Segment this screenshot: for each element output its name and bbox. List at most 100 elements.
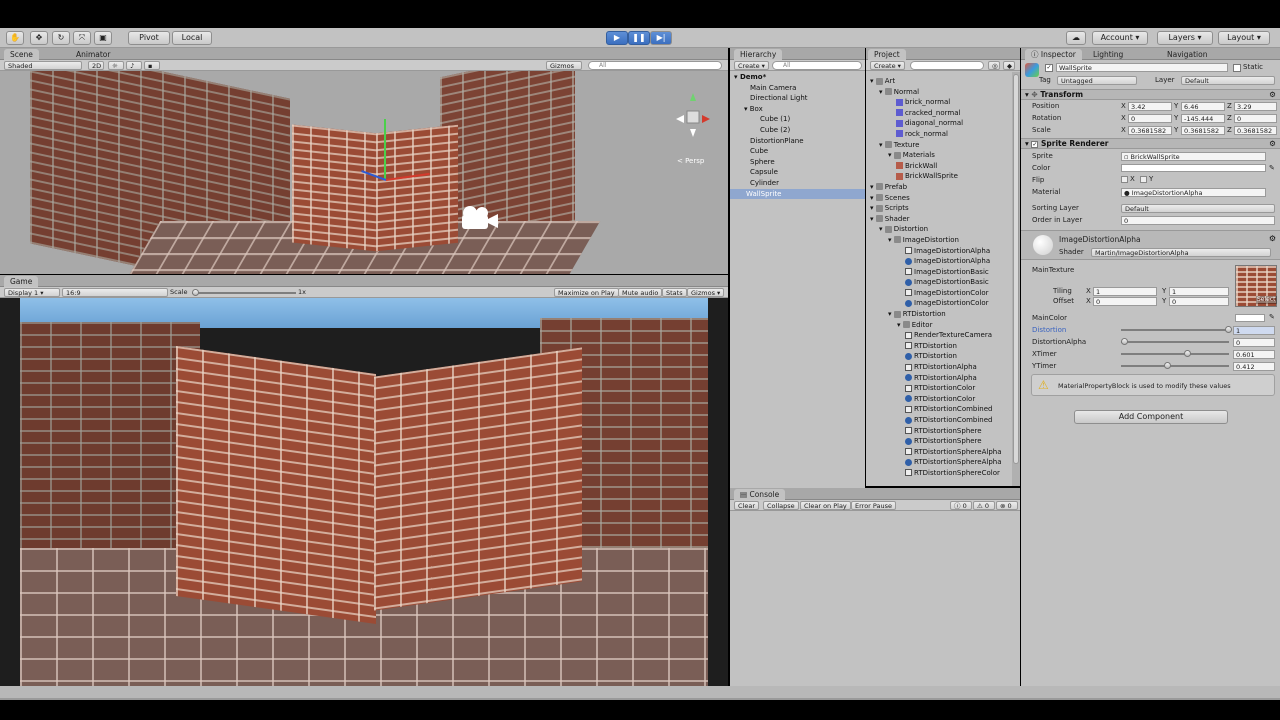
layers-dropdown[interactable]: Layers ▾	[1157, 31, 1213, 45]
sprite-field[interactable]: ▫ BrickWallSprite	[1121, 152, 1266, 161]
expand-arrow-icon[interactable]: ▾	[870, 77, 876, 85]
hierarchy-scene-root[interactable]: ▾ Demo*	[734, 72, 865, 83]
camera-icon[interactable]	[456, 203, 500, 233]
list-item[interactable]: diagonal_normal	[870, 118, 1016, 129]
expand-arrow-icon[interactable]: ▾	[879, 141, 885, 149]
list-item[interactable]: ImageDistortionBasic	[870, 267, 1016, 278]
list-item[interactable]: ▾ ImageDistortion	[870, 235, 1016, 246]
display-dropdown[interactable]: Display 1 ▾	[4, 288, 60, 297]
gear-icon[interactable]: ⚙	[1269, 139, 1276, 149]
active-checkbox[interactable]: ✓	[1045, 64, 1053, 72]
flip-y-checkbox[interactable]	[1140, 176, 1147, 183]
expand-arrow-icon[interactable]: ▾	[870, 215, 876, 223]
list-item[interactable]: Cube (2)	[734, 125, 865, 136]
list-item[interactable]: rock_normal	[870, 129, 1016, 140]
offset-x-field[interactable]: 0	[1093, 297, 1157, 306]
tiling-x-field[interactable]: 1	[1093, 287, 1157, 296]
move-tool-button[interactable]: ✥	[30, 31, 48, 45]
scene-gizmos-dropdown[interactable]: Gizmos ▾	[546, 61, 582, 79]
material-field[interactable]: ● ImageDistortionAlpha	[1121, 188, 1266, 197]
gear-icon[interactable]: ⚙	[1269, 90, 1276, 100]
distortion-alpha-slider-knob[interactable]	[1121, 338, 1128, 345]
transform-header[interactable]: ▾ ✥ Transform ⚙	[1021, 89, 1280, 100]
scale-x-field[interactable]: 0.3681582	[1128, 126, 1172, 135]
sprite-renderer-enabled-checkbox[interactable]: ✓	[1031, 141, 1039, 148]
sorting-layer-dropdown[interactable]: Default	[1121, 204, 1275, 213]
list-item[interactable]: ▾ Prefab	[870, 182, 1016, 193]
eyedropper-icon[interactable]: ✎	[1269, 163, 1275, 173]
list-item[interactable]: DistortionPlane	[734, 136, 865, 147]
aspect-dropdown[interactable]: 16:9	[62, 288, 168, 297]
tag-dropdown[interactable]: Untagged	[1057, 76, 1137, 85]
pause-button[interactable]: ❚❚	[628, 31, 650, 45]
tab-scene[interactable]: Scene	[4, 49, 39, 60]
scale-slider-knob[interactable]	[192, 289, 199, 296]
list-item-selected[interactable]: WallSprite	[730, 188, 865, 200]
list-item[interactable]: Capsule	[734, 167, 865, 178]
stats-toggle[interactable]: Stats	[662, 288, 687, 297]
xtimer-slider-knob[interactable]	[1183, 350, 1191, 357]
list-item[interactable]: ▾ Normal	[870, 87, 1016, 98]
tab-game[interactable]: Game	[4, 276, 39, 287]
expand-arrow-icon[interactable]: ▾	[897, 321, 903, 329]
ytimer-field[interactable]: 0.412	[1233, 362, 1275, 371]
game-gizmos-dropdown[interactable]: Gizmos ▾	[687, 288, 725, 297]
list-item[interactable]: RTDistortion	[870, 351, 1016, 362]
hierarchy-search-input[interactable]: All	[772, 61, 862, 70]
scale-slider-track[interactable]	[192, 292, 296, 294]
list-item[interactable]: RenderTextureCamera	[870, 330, 1016, 341]
main-color-swatch[interactable]	[1235, 314, 1265, 322]
list-item[interactable]: ImageDistortionAlpha	[870, 246, 1016, 257]
list-item[interactable]: ▾ Editor	[870, 320, 1016, 331]
scene-orientation-gizmo[interactable]	[668, 91, 724, 141]
tab-project[interactable]: Project	[868, 49, 906, 60]
lighting-toggle[interactable]: ☼	[108, 61, 124, 70]
flip-x-checkbox[interactable]	[1121, 176, 1128, 183]
list-item[interactable]: ▾ Scenes	[870, 193, 1016, 204]
list-item[interactable]: ▾ Box	[734, 104, 865, 115]
sprite-renderer-header[interactable]: ▾ ✓ Sprite Renderer ⚙	[1021, 138, 1280, 149]
list-item[interactable]: brick_normal	[870, 97, 1016, 108]
layer-dropdown[interactable]: Default	[1181, 76, 1275, 85]
list-item[interactable]: ▾ Materials	[870, 150, 1016, 161]
list-item[interactable]: RTDistortionCombined	[870, 404, 1016, 415]
shader-dropdown[interactable]: Martin/ImageDistortionAlpha	[1091, 248, 1271, 257]
local-toggle[interactable]: Local	[172, 31, 212, 45]
scale-tool-button[interactable]: ⤧	[73, 31, 91, 45]
audio-toggle[interactable]: ♪	[126, 61, 142, 70]
expand-arrow-icon[interactable]: ▾	[870, 183, 876, 191]
shading-mode-dropdown[interactable]: Shaded	[4, 61, 82, 70]
distortion-alpha-field[interactable]: 0	[1233, 338, 1275, 347]
tab-animator[interactable]: Animator	[70, 49, 116, 60]
list-item[interactable]: RTDistortionSphere	[870, 436, 1016, 447]
texture-select-button[interactable]: Select	[1256, 296, 1277, 304]
position-z-field[interactable]: 3.29	[1234, 102, 1277, 111]
list-item[interactable]: RTDistortion	[870, 341, 1016, 352]
list-item[interactable]: RTDistortionSphereAlpha	[870, 457, 1016, 468]
expand-arrow-icon[interactable]: ▾	[879, 225, 885, 233]
tab-console[interactable]: ▤ Console	[734, 489, 786, 500]
distortion-slider-knob[interactable]	[1225, 326, 1232, 333]
offset-y-field[interactable]: 0	[1169, 297, 1229, 306]
list-item[interactable]: ImageDistortionColor	[870, 288, 1016, 299]
add-component-button[interactable]: Add Component	[1074, 410, 1228, 424]
mode-2d-toggle[interactable]: 2D	[88, 61, 104, 70]
step-button[interactable]: ▶|	[650, 31, 672, 45]
expand-arrow-icon[interactable]: ▾	[870, 204, 876, 212]
list-item[interactable]: ImageDistortionColor	[870, 298, 1016, 309]
scene-viewport[interactable]: < Persp	[0, 71, 728, 274]
pivot-toggle[interactable]: Pivot	[128, 31, 170, 45]
distortion-field[interactable]: 1	[1233, 326, 1275, 335]
console-collapse-toggle[interactable]: Collapse	[763, 501, 799, 510]
list-item[interactable]: RTDistortionAlpha	[870, 373, 1016, 384]
distortion-slider-track[interactable]	[1121, 329, 1229, 331]
project-scrollbar-thumb[interactable]	[1013, 74, 1019, 464]
layout-dropdown[interactable]: Layout ▾	[1218, 31, 1270, 45]
effects-toggle[interactable]: ▪	[144, 61, 160, 70]
project-scrollbar[interactable]	[1012, 72, 1020, 486]
list-item[interactable]: ▾ Distortion	[870, 224, 1016, 235]
list-item[interactable]: cracked_normal	[870, 108, 1016, 119]
play-button[interactable]: ▶	[606, 31, 628, 45]
list-item[interactable]: ▾ Scripts	[870, 203, 1016, 214]
list-item[interactable]: RTDistortionSphereAlpha	[870, 447, 1016, 458]
